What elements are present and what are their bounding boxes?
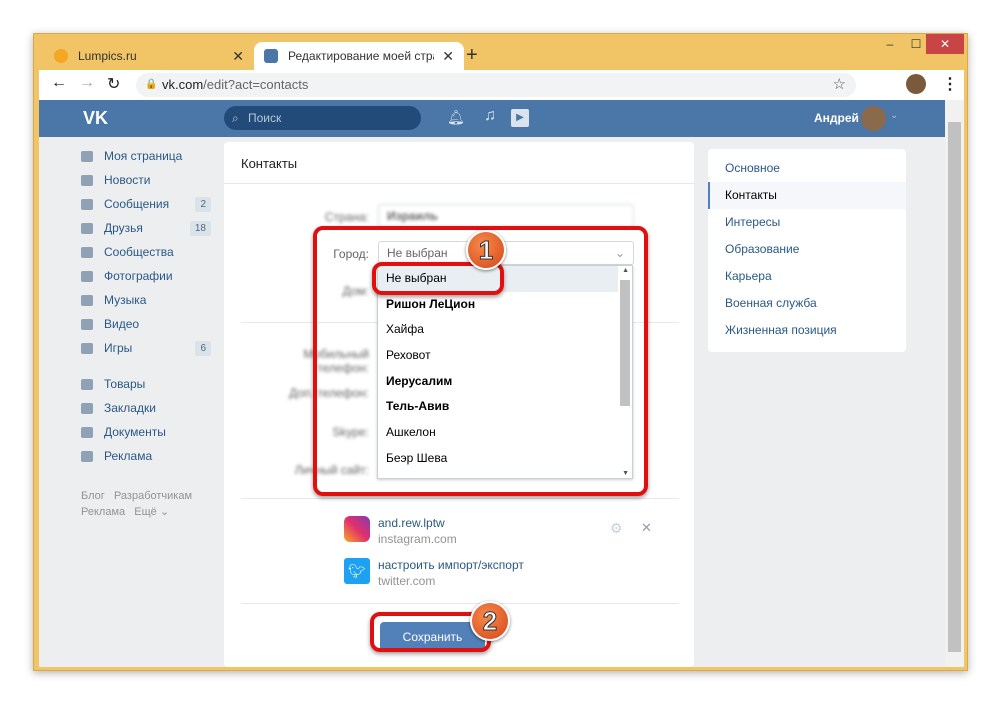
sidebar-item-icon xyxy=(81,318,93,330)
footer-links: Блог Разработчикам Реклама Ещё ⌄ xyxy=(81,490,192,522)
sidebar-item-icon xyxy=(81,402,93,414)
sidebar-item[interactable]: Сообщения 2 xyxy=(81,192,211,216)
sidebar-item-icon xyxy=(81,426,93,438)
tab-lumpics[interactable]: Lumpics.ru ✕ xyxy=(44,42,254,70)
close-tab-icon[interactable]: ✕ xyxy=(232,48,244,65)
back-icon[interactable]: ← xyxy=(51,74,67,92)
sidebar-item-icon xyxy=(81,150,93,162)
settings-menu: Основное Контакты Интересы Образование Карье… xyxy=(708,149,906,352)
sidebar-item[interactable]: Фотографии xyxy=(81,264,211,288)
step-badge-1: 1 xyxy=(466,230,506,270)
sidebar-item[interactable]: Документы xyxy=(81,420,211,444)
menu-icon[interactable]: ⋮ xyxy=(942,74,958,94)
sidebar-item[interactable]: Товары xyxy=(81,372,211,396)
user-avatar[interactable] xyxy=(861,106,886,131)
sidebar-item[interactable]: Новости xyxy=(81,168,211,192)
step-badge-2: 2 xyxy=(470,601,510,641)
country-label: Страна: xyxy=(324,210,369,224)
sidebar-item-icon xyxy=(81,246,93,258)
vk-header: VK ⌕ Поиск 🔔︎ ♫ ▶ Андрей ⌄ xyxy=(39,100,945,137)
count-badge: 18 xyxy=(189,220,211,236)
twitter-site: twitter.com xyxy=(378,574,436,588)
remove-icon[interactable]: ✕ xyxy=(641,520,652,536)
settings-menu-item[interactable]: Основное xyxy=(708,155,906,182)
settings-menu-item[interactable]: Контакты xyxy=(708,182,906,209)
sidebar-item[interactable]: Реклама xyxy=(81,444,211,468)
browser-toolbar: ← → ↻ 🔒 vk.com/edit?act=contacts ☆ ⋮ xyxy=(39,70,964,100)
tab-vk-edit[interactable]: Редактирование моей страницы ✕ xyxy=(254,42,464,70)
play-icon[interactable]: ▶ xyxy=(511,109,529,127)
instagram-site: instagram.com xyxy=(378,532,457,546)
chevron-down-icon[interactable]: ⌄ xyxy=(890,110,898,121)
sidebar-item[interactable]: Закладки xyxy=(81,396,211,420)
footer-link-dev[interactable]: Разработчикам xyxy=(114,490,192,502)
footer-link-ads[interactable]: Реклама xyxy=(81,506,125,518)
sidebar-item[interactable]: Игры 6 xyxy=(81,336,211,360)
settings-gear-icon[interactable]: ⚙ xyxy=(610,520,623,537)
sidebar-item-icon xyxy=(81,294,93,306)
twitter-icon: 🐦︎ xyxy=(344,558,370,584)
close-tab-icon[interactable]: ✕ xyxy=(442,48,454,65)
settings-menu-item[interactable]: Жизненная позиция xyxy=(708,317,906,344)
sidebar-item-icon xyxy=(81,342,93,354)
footer-link-more[interactable]: Ещё ⌄ xyxy=(134,506,169,518)
sidebar-item-icon xyxy=(81,270,93,282)
new-tab-button[interactable]: + xyxy=(466,44,478,67)
sidebar-item-icon xyxy=(81,174,93,186)
settings-menu-item[interactable]: Интересы xyxy=(708,209,906,236)
notifications-bell-icon[interactable]: 🔔︎ xyxy=(447,109,465,126)
sidebar-item-icon xyxy=(81,222,93,234)
sidebar-item[interactable]: Видео xyxy=(81,312,211,336)
address-bar[interactable]: 🔒 vk.com/edit?act=contacts ☆ xyxy=(136,73,856,97)
user-name[interactable]: Андрей xyxy=(814,111,859,125)
sidebar-item-icon xyxy=(81,198,93,210)
profile-avatar[interactable] xyxy=(906,74,926,94)
search-input[interactable]: ⌕ Поиск xyxy=(224,106,421,130)
page-scrollbar[interactable] xyxy=(945,100,964,667)
reload-icon[interactable]: ↻ xyxy=(107,74,120,94)
search-icon: ⌕ xyxy=(232,111,239,125)
vk-logo[interactable]: VK xyxy=(83,108,108,129)
settings-menu-item[interactable]: Военная служба xyxy=(708,290,906,317)
footer-link-blog[interactable]: Блог xyxy=(81,490,105,502)
country-select[interactable]: Израиль xyxy=(378,204,634,228)
forward-icon[interactable]: → xyxy=(79,74,95,92)
twitter-setup-link[interactable]: настроить импорт/экспорт xyxy=(378,558,524,572)
page-title: Контакты xyxy=(241,156,298,171)
settings-menu-item[interactable]: Образование xyxy=(708,236,906,263)
sidebar-item[interactable]: Друзья 18 xyxy=(81,216,211,240)
instagram-icon xyxy=(344,516,370,542)
star-icon[interactable]: ☆ xyxy=(833,73,846,97)
count-badge: 2 xyxy=(195,196,211,212)
vk-favicon-icon xyxy=(264,49,278,63)
sidebar-item-icon xyxy=(81,378,93,390)
sidebar-item[interactable]: Сообщества xyxy=(81,240,211,264)
close-window-button[interactable]: ✕ xyxy=(926,34,964,54)
count-badge: 6 xyxy=(195,340,211,356)
settings-menu-item[interactable]: Карьера xyxy=(708,263,906,290)
lumpics-favicon-icon xyxy=(54,49,68,63)
sidebar-item-icon xyxy=(81,450,93,462)
lock-icon: 🔒 xyxy=(145,79,158,90)
sidebar-item[interactable]: Моя страница xyxy=(81,144,211,168)
music-icon[interactable]: ♫ xyxy=(484,107,496,125)
sidebar-item[interactable]: Музыка xyxy=(81,288,211,312)
instagram-account-link[interactable]: and.rew.lptw xyxy=(378,516,445,530)
